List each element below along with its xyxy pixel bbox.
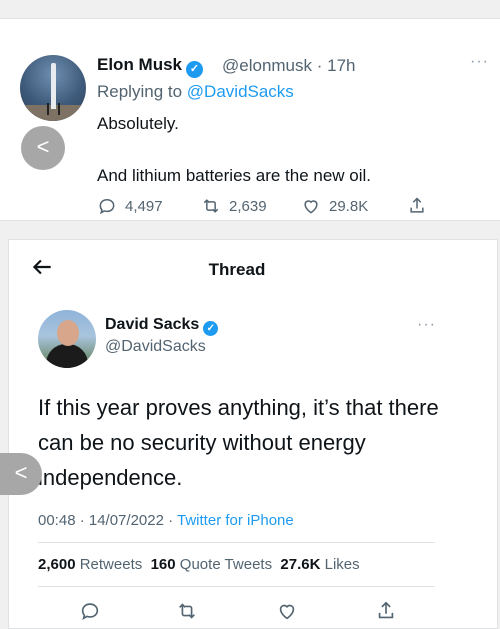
tweet-text: If this year proves anything, it’s that …	[38, 395, 439, 490]
author-name[interactable]: Elon Musk ✓	[97, 55, 204, 78]
like-icon[interactable]	[276, 600, 298, 622]
likes-stat[interactable]: 27.6K Likes	[280, 556, 359, 573]
reply-icon[interactable]	[79, 600, 101, 622]
retweets-stat[interactable]: 2,600 Retweets	[38, 556, 142, 573]
tweet-text-line: And lithium batteries are the new oil.	[97, 166, 372, 185]
verified-badge-icon: ✓	[186, 61, 204, 78]
share-icon	[410, 197, 424, 213]
tweet-actions: 4,497 2,639 29.8K	[97, 195, 437, 217]
reply-tweet-card[interactable]: Elon Musk ✓ @elonmusk · 17h ··· Replying …	[0, 18, 500, 221]
author-handle-time: @elonmusk · 17h	[222, 56, 356, 76]
likes-label: Likes	[324, 556, 360, 573]
replying-prefix: Replying to	[97, 82, 183, 101]
likes-count: 27.6K	[280, 556, 321, 573]
reply-icon	[99, 198, 115, 215]
tweet-source[interactable]: Twitter for iPhone	[177, 512, 294, 529]
author-name-text: David Sacks	[105, 316, 200, 333]
verified-badge-icon: ✓	[203, 321, 219, 336]
retweet-count: 2,639	[229, 197, 267, 215]
quote-tweets-label: Quote Tweets	[179, 556, 273, 573]
divider	[38, 586, 435, 587]
reply-count: 4,497	[125, 197, 163, 215]
tweet-text-line: Absolutely.	[97, 114, 179, 133]
share-icon[interactable]	[375, 600, 397, 622]
previous-arrow-button[interactable]: <	[21, 126, 65, 170]
david-sacks-avatar[interactable]	[38, 310, 96, 368]
avatar-head	[57, 320, 79, 346]
tweet-timestamp[interactable]: 00:48 · 14/07/2022 ·	[38, 512, 173, 529]
avatar-rocket-leg	[47, 103, 49, 115]
avatar-rocket-leg	[58, 103, 60, 115]
quote-tweets-count: 160	[150, 556, 176, 573]
divider	[38, 542, 435, 543]
tweet-meta: 00:48 · 14/07/2022 · Twitter for iPhone	[38, 512, 294, 529]
avatar-rocket	[51, 63, 56, 109]
retweet-icon	[203, 199, 219, 213]
quote-tweets-stat[interactable]: 160 Quote Tweets	[151, 556, 272, 573]
more-icon[interactable]: ···	[470, 53, 489, 71]
author-handle[interactable]: @DavidSacks	[105, 338, 206, 356]
tweet-time[interactable]: · 17h	[317, 56, 356, 75]
replying-to-mention[interactable]: @DavidSacks	[187, 82, 294, 101]
author-name-text: Elon Musk	[97, 55, 183, 74]
reply-button[interactable]: 4,497	[97, 195, 163, 217]
share-button[interactable]	[407, 195, 427, 217]
elon-musk-avatar[interactable]	[20, 55, 86, 121]
tweet-stats: 2,600 Retweets 160 Quote Tweets 27.6K Li…	[38, 556, 360, 573]
replying-to: Replying to @DavidSacks	[97, 82, 294, 102]
retweet-button[interactable]: 2,639	[201, 195, 267, 217]
retweets-count: 2,600	[38, 556, 76, 573]
like-button[interactable]: 29.8K	[301, 195, 368, 217]
thread-title: Thread	[208, 260, 266, 279]
like-count: 29.8K	[329, 197, 369, 215]
avatar-body	[46, 344, 88, 368]
author-handle[interactable]: @elonmusk	[222, 56, 312, 75]
previous-arrow-button[interactable]: <	[0, 453, 42, 495]
more-icon[interactable]: ···	[417, 316, 436, 334]
retweet-icon[interactable]	[176, 600, 198, 622]
like-icon	[304, 200, 318, 214]
retweets-label: Retweets	[79, 556, 143, 573]
author-name[interactable]: David Sacks ✓	[105, 316, 219, 336]
thread-card: Thread David Sacks ✓ @DavidSacks ··· If t…	[8, 239, 498, 629]
